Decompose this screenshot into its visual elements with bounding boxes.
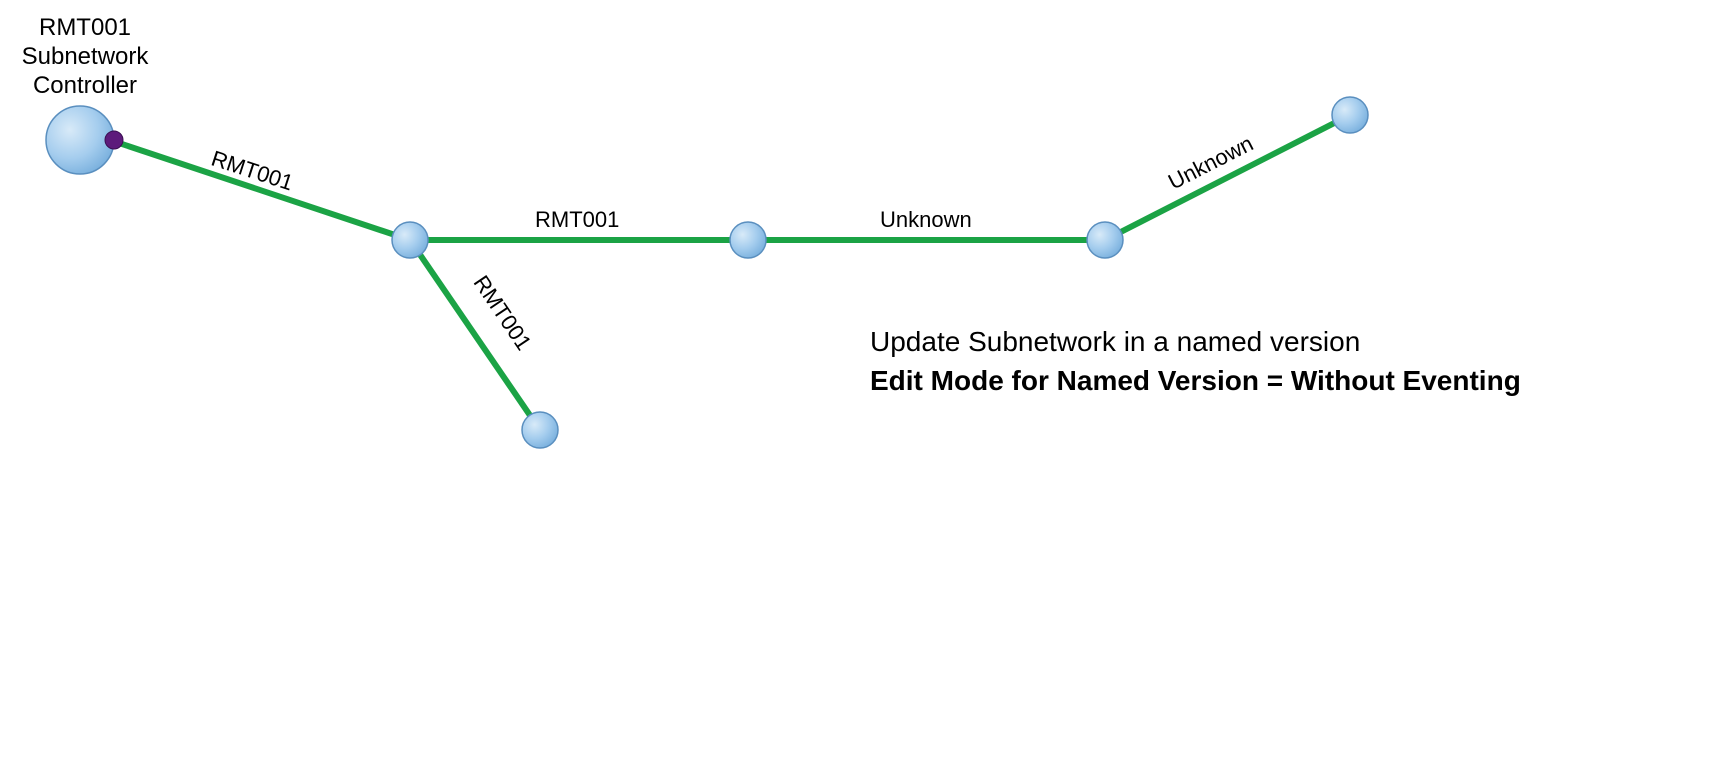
node-n4 [1087,222,1123,258]
node-n6 [522,412,558,448]
edge-e1 [110,140,410,240]
node-controller-label-line3: Controller [15,72,155,101]
node-controller-label: RMT001 Subnetwork Controller [15,14,155,100]
node-controller-label-line1: RMT001 [15,14,155,43]
edge-e2-label: RMT001 [535,207,619,233]
node-n3 [730,222,766,258]
caption-line1: Update Subnetwork in a named version [870,322,1521,361]
node-controller-label-line2: Subnetwork [15,43,155,72]
diagram-caption: Update Subnetwork in a named version Edi… [870,322,1521,400]
node-controller-marker [105,131,123,149]
node-n2 [392,222,428,258]
caption-line2: Edit Mode for Named Version = Without Ev… [870,361,1521,400]
edge-e4-label: Unknown [880,207,972,233]
node-n5 [1332,97,1368,133]
diagram-svg [0,0,1722,500]
subnetwork-diagram: RMT001 Subnetwork Controller RMT001 RMT0… [0,0,1722,500]
node-controller [46,106,114,174]
edge-e5 [1105,115,1350,240]
